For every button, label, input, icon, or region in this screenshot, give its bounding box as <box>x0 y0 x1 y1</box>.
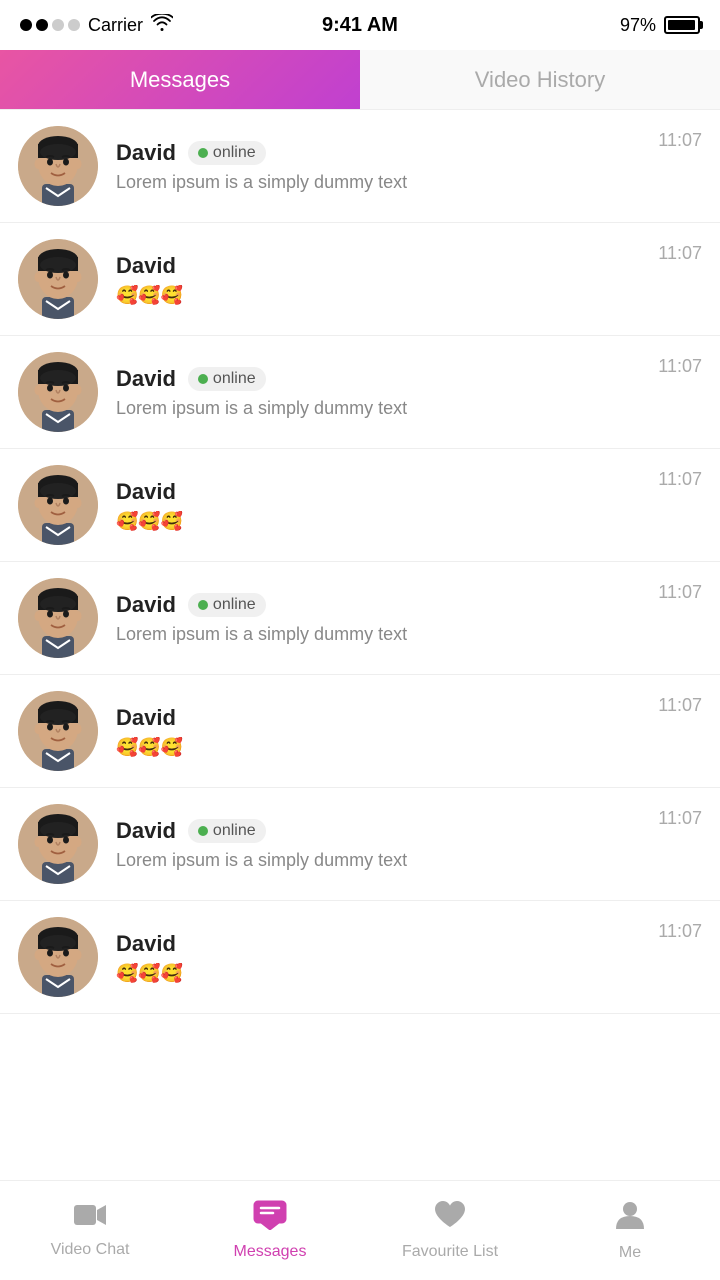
avatar <box>18 578 98 658</box>
message-time: 11:07 <box>658 130 702 151</box>
status-bar: Carrier 9:41 AM 97% <box>0 0 720 50</box>
message-header: David <box>116 479 640 505</box>
nav-me-label: Me <box>619 1244 641 1262</box>
message-content: David 🥰🥰🥰 <box>116 705 640 758</box>
list-item[interactable]: David online Lorem ipsum is a simply dum… <box>0 788 720 901</box>
nav-messages-label: Messages <box>234 1243 307 1261</box>
battery-icon <box>664 16 700 34</box>
avatar <box>18 126 98 206</box>
message-time: 11:07 <box>658 695 702 716</box>
list-item[interactable]: David online Lorem ipsum is a simply dum… <box>0 110 720 223</box>
nav-favourite-list[interactable]: Favourite List <box>360 1200 540 1261</box>
contact-name: David <box>116 705 176 731</box>
tab-video-history[interactable]: Video History <box>360 50 720 109</box>
online-badge: online <box>188 593 266 617</box>
message-header: David online <box>116 366 640 392</box>
carrier-label: Carrier <box>88 15 143 36</box>
message-header: David online <box>116 818 640 844</box>
online-label: online <box>213 370 256 388</box>
message-time: 11:07 <box>658 808 702 829</box>
status-time: 9:41 AM <box>322 14 398 37</box>
online-label: online <box>213 144 256 162</box>
avatar <box>18 917 98 997</box>
signal-dots <box>20 19 80 31</box>
list-item[interactable]: David 🥰🥰🥰 11:07 <box>0 223 720 336</box>
message-header: David <box>116 931 640 957</box>
list-item[interactable]: David 🥰🥰🥰 11:07 <box>0 675 720 788</box>
tab-messages[interactable]: Messages <box>0 50 360 109</box>
wifi-icon <box>151 14 173 37</box>
contact-name: David <box>116 931 176 957</box>
messages-icon <box>253 1200 287 1238</box>
nav-messages[interactable]: Messages <box>180 1200 360 1261</box>
contact-name: David <box>116 366 176 392</box>
list-item[interactable]: David 🥰🥰🥰 11:07 <box>0 901 720 1014</box>
avatar <box>18 465 98 545</box>
message-preview: 🥰🥰🥰 <box>116 285 640 306</box>
message-content: David online Lorem ipsum is a simply dum… <box>116 140 640 193</box>
contact-name: David <box>116 479 176 505</box>
contact-name: David <box>116 592 176 618</box>
top-tabs: Messages Video History <box>0 50 720 110</box>
message-content: David online Lorem ipsum is a simply dum… <box>116 592 640 645</box>
online-dot <box>198 374 208 384</box>
content-wrap: David online Lorem ipsum is a simply dum… <box>0 110 720 1114</box>
heart-icon <box>433 1200 467 1238</box>
status-right: 97% <box>620 15 700 36</box>
avatar <box>18 691 98 771</box>
message-list: David online Lorem ipsum is a simply dum… <box>0 110 720 1014</box>
message-time: 11:07 <box>658 356 702 377</box>
avatar <box>18 804 98 884</box>
signal-dot-1 <box>20 19 32 31</box>
message-time: 11:07 <box>658 582 702 603</box>
nav-favourite-label: Favourite List <box>402 1243 498 1261</box>
online-badge: online <box>188 367 266 391</box>
signal-dot-4 <box>68 19 80 31</box>
online-label: online <box>213 822 256 840</box>
message-content: David online Lorem ipsum is a simply dum… <box>116 818 640 871</box>
list-item[interactable]: David online Lorem ipsum is a simply dum… <box>0 336 720 449</box>
message-preview: Lorem ipsum is a simply dummy text <box>116 850 640 871</box>
contact-name: David <box>116 140 176 166</box>
status-left: Carrier <box>20 14 173 37</box>
signal-dot-3 <box>52 19 64 31</box>
signal-dot-2 <box>36 19 48 31</box>
message-header: David <box>116 253 640 279</box>
online-badge: online <box>188 141 266 165</box>
video-chat-icon <box>73 1202 107 1236</box>
message-preview: Lorem ipsum is a simply dummy text <box>116 172 640 193</box>
message-time: 11:07 <box>658 469 702 490</box>
message-content: David 🥰🥰🥰 <box>116 931 640 984</box>
nav-video-chat-label: Video Chat <box>51 1241 130 1259</box>
contact-name: David <box>116 253 176 279</box>
message-content: David 🥰🥰🥰 <box>116 253 640 306</box>
message-content: David 🥰🥰🥰 <box>116 479 640 532</box>
online-badge: online <box>188 819 266 843</box>
list-item[interactable]: David online Lorem ipsum is a simply dum… <box>0 562 720 675</box>
message-preview: Lorem ipsum is a simply dummy text <box>116 398 640 419</box>
message-preview: 🥰🥰🥰 <box>116 511 640 532</box>
online-dot <box>198 600 208 610</box>
online-dot <box>198 148 208 158</box>
nav-video-chat[interactable]: Video Chat <box>0 1202 180 1259</box>
message-content: David online Lorem ipsum is a simply dum… <box>116 366 640 419</box>
message-preview: 🥰🥰🥰 <box>116 963 640 984</box>
avatar <box>18 239 98 319</box>
message-time: 11:07 <box>658 921 702 942</box>
online-dot <box>198 826 208 836</box>
list-item[interactable]: David 🥰🥰🥰 11:07 <box>0 449 720 562</box>
contact-name: David <box>116 818 176 844</box>
message-header: David online <box>116 140 640 166</box>
nav-me[interactable]: Me <box>540 1199 720 1262</box>
message-header: David online <box>116 592 640 618</box>
message-header: David <box>116 705 640 731</box>
message-preview: 🥰🥰🥰 <box>116 737 640 758</box>
avatar <box>18 352 98 432</box>
person-icon <box>616 1199 644 1239</box>
message-preview: Lorem ipsum is a simply dummy text <box>116 624 640 645</box>
online-label: online <box>213 596 256 614</box>
message-time: 11:07 <box>658 243 702 264</box>
bottom-nav: Video Chat Messages Favourite List <box>0 1180 720 1280</box>
battery-percent: 97% <box>620 15 656 36</box>
